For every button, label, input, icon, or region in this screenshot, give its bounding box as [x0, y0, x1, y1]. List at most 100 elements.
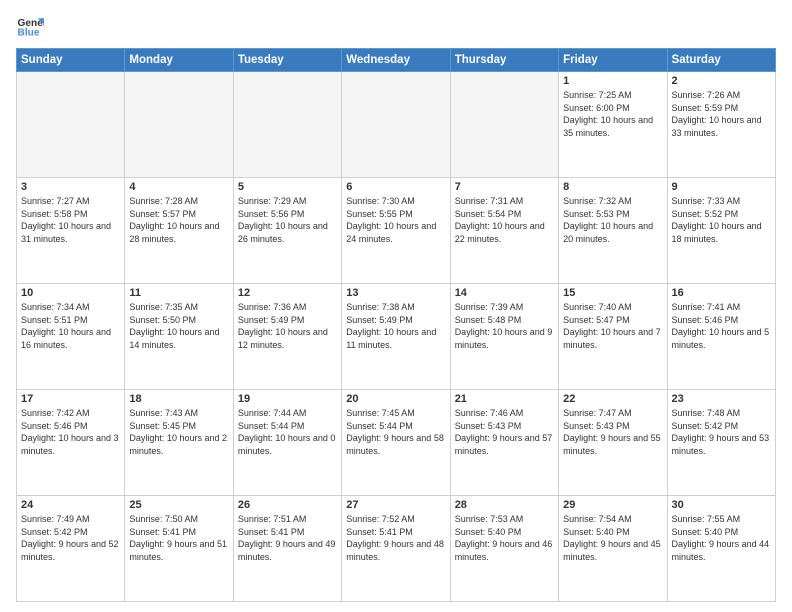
week-row-5: 24 Sunrise: 7:49 AM Sunset: 5:42 PM Dayli… — [17, 496, 776, 602]
day-info: Sunrise: 7:40 AM Sunset: 5:47 PM Dayligh… — [563, 301, 662, 351]
calendar-cell — [233, 72, 341, 178]
day-number: 12 — [238, 287, 337, 299]
day-info: Sunrise: 7:35 AM Sunset: 5:50 PM Dayligh… — [129, 301, 228, 351]
day-number: 4 — [129, 181, 228, 193]
calendar-cell: 2Sunrise: 7:26 AM Sunset: 5:59 PM Daylig… — [667, 72, 775, 178]
calendar-cell: 13 Sunrise: 7:38 AM Sunset: 5:49 PM Dayli… — [342, 284, 450, 390]
day-number: 21 — [455, 393, 554, 405]
weekday-monday: Monday — [125, 49, 233, 72]
day-info: Sunrise: 7:49 AM Sunset: 5:42 PM Dayligh… — [21, 513, 120, 563]
day-info: Sunrise: 7:45 AM Sunset: 5:44 PM Dayligh… — [346, 407, 445, 457]
day-info: Sunrise: 7:55 AM Sunset: 5:40 PM Dayligh… — [672, 513, 771, 563]
day-number: 11 — [129, 287, 228, 299]
day-info: Sunrise: 7:29 AM Sunset: 5:56 PM Dayligh… — [238, 195, 337, 245]
calendar-cell: 12Sunrise: 7:36 AM Sunset: 5:49 PM Dayli… — [233, 284, 341, 390]
day-number: 1 — [563, 75, 662, 87]
day-info: Sunrise: 7:42 AM Sunset: 5:46 PM Dayligh… — [21, 407, 120, 457]
calendar-cell: 11 Sunrise: 7:35 AM Sunset: 5:50 PM Dayli… — [125, 284, 233, 390]
calendar-cell: 20 Sunrise: 7:45 AM Sunset: 5:44 PM Dayli… — [342, 390, 450, 496]
day-number: 17 — [21, 393, 120, 405]
logo: General Blue — [16, 12, 44, 40]
day-number: 6 — [346, 181, 445, 193]
day-info: Sunrise: 7:39 AM Sunset: 5:48 PM Dayligh… — [455, 301, 554, 351]
day-number: 23 — [672, 393, 771, 405]
calendar-cell: 8 Sunrise: 7:32 AM Sunset: 5:53 PM Daylig… — [559, 178, 667, 284]
weekday-friday: Friday — [559, 49, 667, 72]
logo-icon: General Blue — [16, 12, 44, 40]
calendar-cell: 27 Sunrise: 7:52 AM Sunset: 5:41 PM Dayli… — [342, 496, 450, 602]
day-number: 26 — [238, 499, 337, 511]
calendar-cell: 17 Sunrise: 7:42 AM Sunset: 5:46 PM Dayli… — [17, 390, 125, 496]
day-number: 20 — [346, 393, 445, 405]
day-number: 16 — [672, 287, 771, 299]
day-number: 13 — [346, 287, 445, 299]
day-info: Sunrise: 7:54 AM Sunset: 5:40 PM Dayligh… — [563, 513, 662, 563]
day-info: Sunrise: 7:43 AM Sunset: 5:45 PM Dayligh… — [129, 407, 228, 457]
calendar-cell: 6 Sunrise: 7:30 AM Sunset: 5:55 PM Daylig… — [342, 178, 450, 284]
day-info: Sunrise: 7:46 AM Sunset: 5:43 PM Dayligh… — [455, 407, 554, 457]
day-info: Sunrise: 7:31 AM Sunset: 5:54 PM Dayligh… — [455, 195, 554, 245]
calendar-cell: 25 Sunrise: 7:50 AM Sunset: 5:41 PM Dayli… — [125, 496, 233, 602]
day-info: Sunrise: 7:48 AM Sunset: 5:42 PM Dayligh… — [672, 407, 771, 457]
week-row-3: 10 Sunrise: 7:34 AM Sunset: 5:51 PM Dayli… — [17, 284, 776, 390]
calendar-cell: 15Sunrise: 7:40 AM Sunset: 5:47 PM Dayli… — [559, 284, 667, 390]
week-row-1: 1 Sunrise: 7:25 AM Sunset: 6:00 PM Daylig… — [17, 72, 776, 178]
day-number: 24 — [21, 499, 120, 511]
day-info: Sunrise: 7:32 AM Sunset: 5:53 PM Dayligh… — [563, 195, 662, 245]
day-number: 22 — [563, 393, 662, 405]
calendar-cell: 7 Sunrise: 7:31 AM Sunset: 5:54 PM Daylig… — [450, 178, 558, 284]
weekday-tuesday: Tuesday — [233, 49, 341, 72]
calendar-cell: 16 Sunrise: 7:41 AM Sunset: 5:46 PM Dayli… — [667, 284, 775, 390]
calendar-cell: 5 Sunrise: 7:29 AM Sunset: 5:56 PM Daylig… — [233, 178, 341, 284]
calendar-cell — [17, 72, 125, 178]
calendar: SundayMondayTuesdayWednesdayThursdayFrid… — [16, 48, 776, 602]
day-info: Sunrise: 7:34 AM Sunset: 5:51 PM Dayligh… — [21, 301, 120, 351]
calendar-cell: 10 Sunrise: 7:34 AM Sunset: 5:51 PM Dayli… — [17, 284, 125, 390]
day-number: 29 — [563, 499, 662, 511]
calendar-cell: 22Sunrise: 7:47 AM Sunset: 5:43 PM Dayli… — [559, 390, 667, 496]
week-row-4: 17 Sunrise: 7:42 AM Sunset: 5:46 PM Dayli… — [17, 390, 776, 496]
day-info: Sunrise: 7:25 AM Sunset: 6:00 PM Dayligh… — [563, 89, 662, 139]
day-info: Sunrise: 7:26 AM Sunset: 5:59 PM Dayligh… — [672, 89, 771, 139]
calendar-cell — [342, 72, 450, 178]
calendar-cell: 1 Sunrise: 7:25 AM Sunset: 6:00 PM Daylig… — [559, 72, 667, 178]
day-number: 25 — [129, 499, 228, 511]
calendar-cell: 24 Sunrise: 7:49 AM Sunset: 5:42 PM Dayli… — [17, 496, 125, 602]
day-info: Sunrise: 7:33 AM Sunset: 5:52 PM Dayligh… — [672, 195, 771, 245]
day-info: Sunrise: 7:38 AM Sunset: 5:49 PM Dayligh… — [346, 301, 445, 351]
calendar-cell: 14 Sunrise: 7:39 AM Sunset: 5:48 PM Dayli… — [450, 284, 558, 390]
day-info: Sunrise: 7:41 AM Sunset: 5:46 PM Dayligh… — [672, 301, 771, 351]
day-info: Sunrise: 7:30 AM Sunset: 5:55 PM Dayligh… — [346, 195, 445, 245]
day-info: Sunrise: 7:27 AM Sunset: 5:58 PM Dayligh… — [21, 195, 120, 245]
day-number: 19 — [238, 393, 337, 405]
week-row-2: 3 Sunrise: 7:27 AM Sunset: 5:58 PM Daylig… — [17, 178, 776, 284]
calendar-cell — [125, 72, 233, 178]
weekday-saturday: Saturday — [667, 49, 775, 72]
day-number: 18 — [129, 393, 228, 405]
weekday-wednesday: Wednesday — [342, 49, 450, 72]
day-number: 8 — [563, 181, 662, 193]
day-info: Sunrise: 7:53 AM Sunset: 5:40 PM Dayligh… — [455, 513, 554, 563]
day-info: Sunrise: 7:52 AM Sunset: 5:41 PM Dayligh… — [346, 513, 445, 563]
day-number: 5 — [238, 181, 337, 193]
calendar-cell: 9 Sunrise: 7:33 AM Sunset: 5:52 PM Daylig… — [667, 178, 775, 284]
day-number: 27 — [346, 499, 445, 511]
day-number: 14 — [455, 287, 554, 299]
day-info: Sunrise: 7:51 AM Sunset: 5:41 PM Dayligh… — [238, 513, 337, 563]
page: General Blue SundayMondayTuesdayWednesda… — [0, 0, 792, 612]
calendar-cell: 30 Sunrise: 7:55 AM Sunset: 5:40 PM Dayli… — [667, 496, 775, 602]
header: General Blue — [16, 12, 776, 40]
day-info: Sunrise: 7:44 AM Sunset: 5:44 PM Dayligh… — [238, 407, 337, 457]
day-number: 10 — [21, 287, 120, 299]
day-info: Sunrise: 7:50 AM Sunset: 5:41 PM Dayligh… — [129, 513, 228, 563]
calendar-cell: 21 Sunrise: 7:46 AM Sunset: 5:43 PM Dayli… — [450, 390, 558, 496]
day-number: 3 — [21, 181, 120, 193]
svg-text:Blue: Blue — [18, 27, 40, 38]
calendar-cell: 19 Sunrise: 7:44 AM Sunset: 5:44 PM Dayli… — [233, 390, 341, 496]
calendar-cell: 18 Sunrise: 7:43 AM Sunset: 5:45 PM Dayli… — [125, 390, 233, 496]
day-info: Sunrise: 7:28 AM Sunset: 5:57 PM Dayligh… — [129, 195, 228, 245]
day-number: 30 — [672, 499, 771, 511]
day-number: 7 — [455, 181, 554, 193]
weekday-thursday: Thursday — [450, 49, 558, 72]
day-number: 9 — [672, 181, 771, 193]
